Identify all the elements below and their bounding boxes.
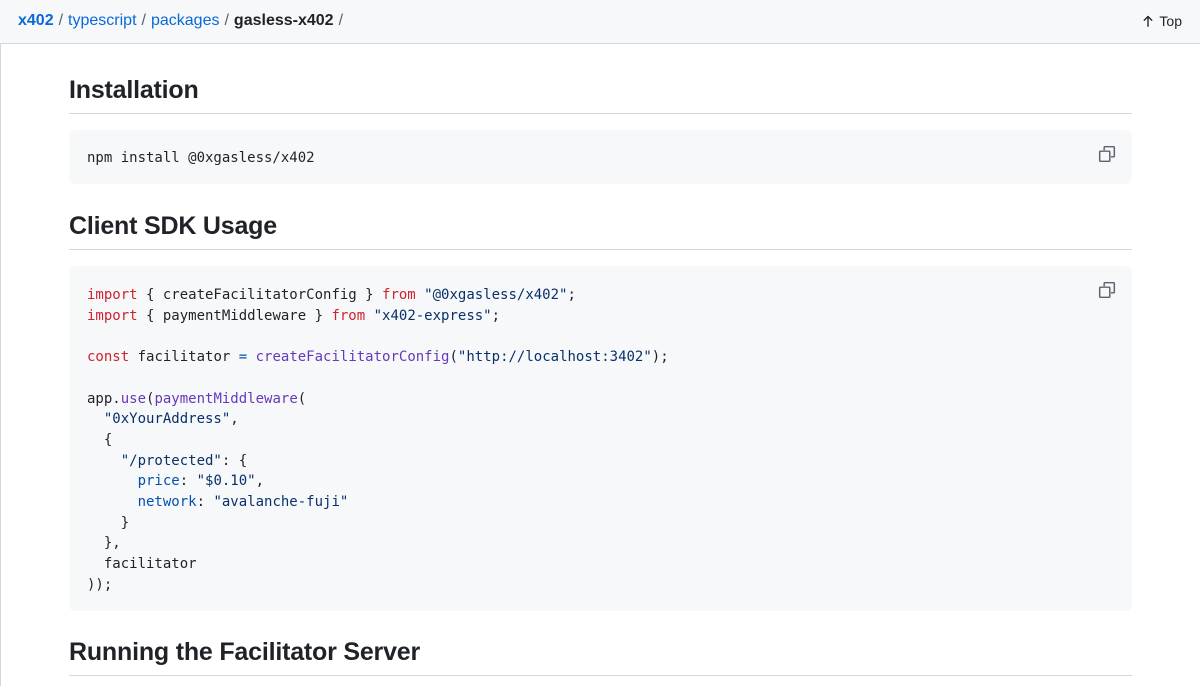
code-token: "http://localhost:3402" (457, 349, 652, 366)
code-line: } (87, 515, 129, 531)
code-token: "x402-express" (373, 307, 492, 324)
code-token: : { (221, 452, 248, 469)
code-block-client-sdk: import { createFacilitatorConfig } from … (69, 266, 1132, 611)
code-line: app.use(paymentMiddleware( (87, 391, 306, 407)
code-token: : (179, 473, 197, 490)
copy-icon[interactable] (1098, 145, 1116, 163)
code-line: import { paymentMiddleware } from "x402-… (87, 308, 500, 324)
code-token: paymentMiddleware (154, 390, 298, 407)
heading-installation: Installation (69, 74, 1132, 114)
breadcrumb-link-typescript[interactable]: typescript (68, 12, 136, 29)
code-token: app. (87, 390, 121, 407)
breadcrumb: x402/typescript / packages / gasless-x402/ (18, 11, 348, 31)
code-line: )); (87, 577, 112, 593)
code-client-sdk: import { createFacilitatorConfig } from … (87, 285, 669, 596)
code-token: }, (87, 535, 121, 552)
code-line: "0xYourAddress", (87, 411, 239, 427)
code-token: from (331, 307, 366, 324)
code-token: "@0xgasless/x402" (424, 287, 568, 303)
code-token: { (87, 431, 113, 448)
code-line: "/protected": { (87, 453, 247, 469)
code-token: const (87, 349, 130, 366)
breadcrumb-separator: / (58, 12, 64, 29)
code-token: = (238, 349, 248, 366)
code-token: } (87, 514, 130, 531)
breadcrumb-separator: / (141, 12, 146, 29)
code-token: import (87, 307, 138, 324)
heading-client-sdk-usage: Client SDK Usage (69, 210, 1132, 250)
code-block-installation: npm install @0xgasless/x402 (69, 130, 1132, 184)
code-token: import (87, 287, 138, 303)
code-line: const facilitator = createFacilitatorCon… (87, 349, 669, 365)
breadcrumb-separator: / (224, 12, 229, 29)
code-token: facilitator (87, 556, 197, 573)
code-token: ( (297, 390, 307, 407)
code-token: from (382, 287, 416, 303)
code-token: : (196, 494, 214, 511)
heading-running-facilitator-server: Running the Facilitator Server (69, 636, 1132, 676)
code-token: "/protected" (120, 452, 222, 469)
code-token: use (120, 390, 147, 407)
breadcrumb-link-packages[interactable]: packages (151, 12, 220, 29)
code-line: import { createFacilitatorConfig } from … (87, 287, 576, 303)
code-token: , (255, 473, 265, 490)
code-token: { paymentMiddleware } (137, 307, 332, 324)
top-button[interactable]: Top (1142, 12, 1182, 30)
breadcrumb-current-folder: gasless-x402 (233, 12, 334, 29)
breadcrumb-separator: / (338, 12, 344, 29)
code-line: network: "avalanche-fuji" (87, 494, 349, 511)
code-token: ; (567, 287, 576, 303)
left-border (0, 44, 1, 686)
code-token: )); (87, 576, 113, 593)
code-token: createFacilitatorConfig (255, 349, 450, 366)
code-token: , (230, 411, 239, 428)
breadcrumb-link-repo[interactable]: x402 (18, 12, 54, 29)
file-header-bar: x402/typescript / packages / gasless-x402/ T… (0, 0, 1200, 44)
arrow-up-icon (1143, 15, 1153, 27)
code-token: ( (449, 349, 458, 366)
code-line: }, (87, 535, 121, 551)
code-token: "avalanche-fuji" (213, 494, 349, 511)
code-token: price (137, 473, 180, 490)
code-line: { (87, 432, 112, 448)
code-token: "$0.10" (196, 473, 256, 490)
code-token: "0xYourAddress" (103, 411, 231, 428)
code-token: ); (651, 349, 669, 366)
code-line: facilitator (87, 556, 197, 572)
top-button-label: Top (1159, 13, 1182, 29)
code-token: facilitator (129, 349, 239, 366)
code-token: ; (491, 307, 501, 324)
code-token: network (137, 494, 197, 511)
copy-icon[interactable] (1098, 281, 1116, 299)
code-token: { createFacilitatorConfig } (137, 287, 383, 303)
code-installation: npm install @0xgasless/x402 (87, 150, 315, 166)
code-line: price: "$0.10", (87, 473, 264, 489)
